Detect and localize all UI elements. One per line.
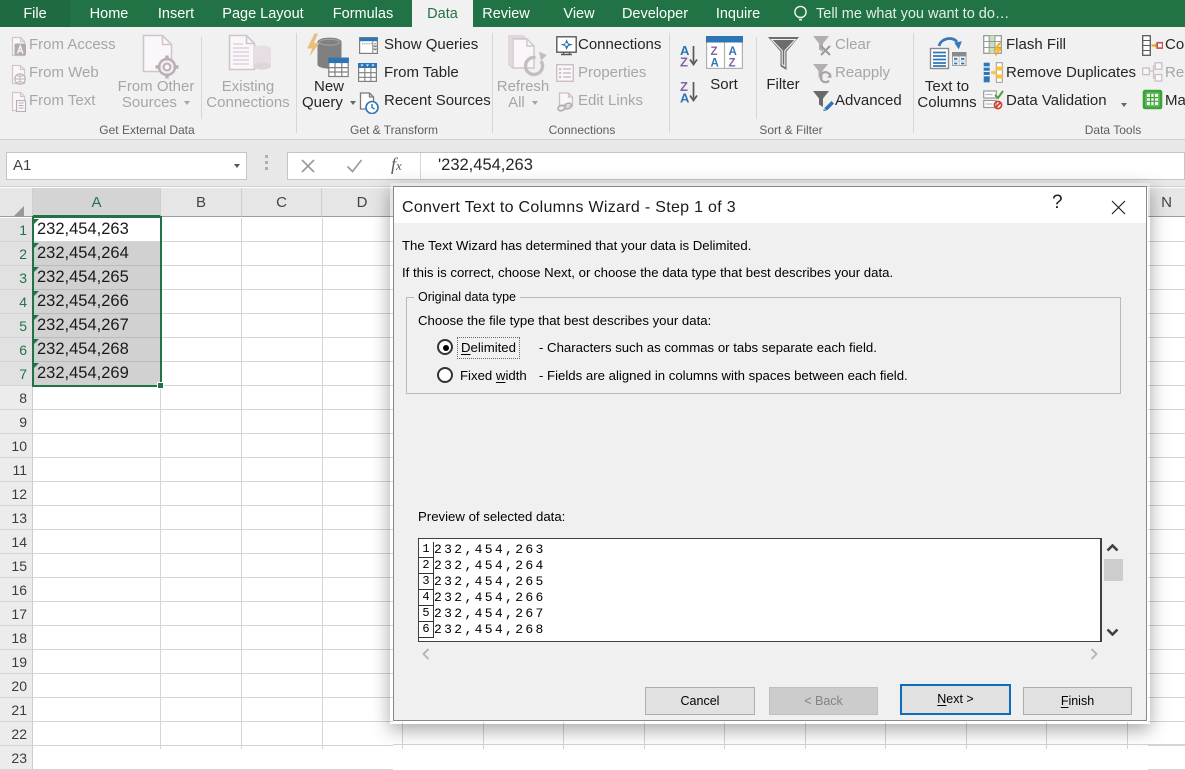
svg-text:Z: Z — [680, 55, 688, 70]
svg-text:A: A — [729, 46, 737, 58]
svg-text:Z: Z — [729, 58, 736, 70]
svg-text:Z: Z — [711, 46, 718, 58]
svg-text:A: A — [711, 58, 719, 70]
